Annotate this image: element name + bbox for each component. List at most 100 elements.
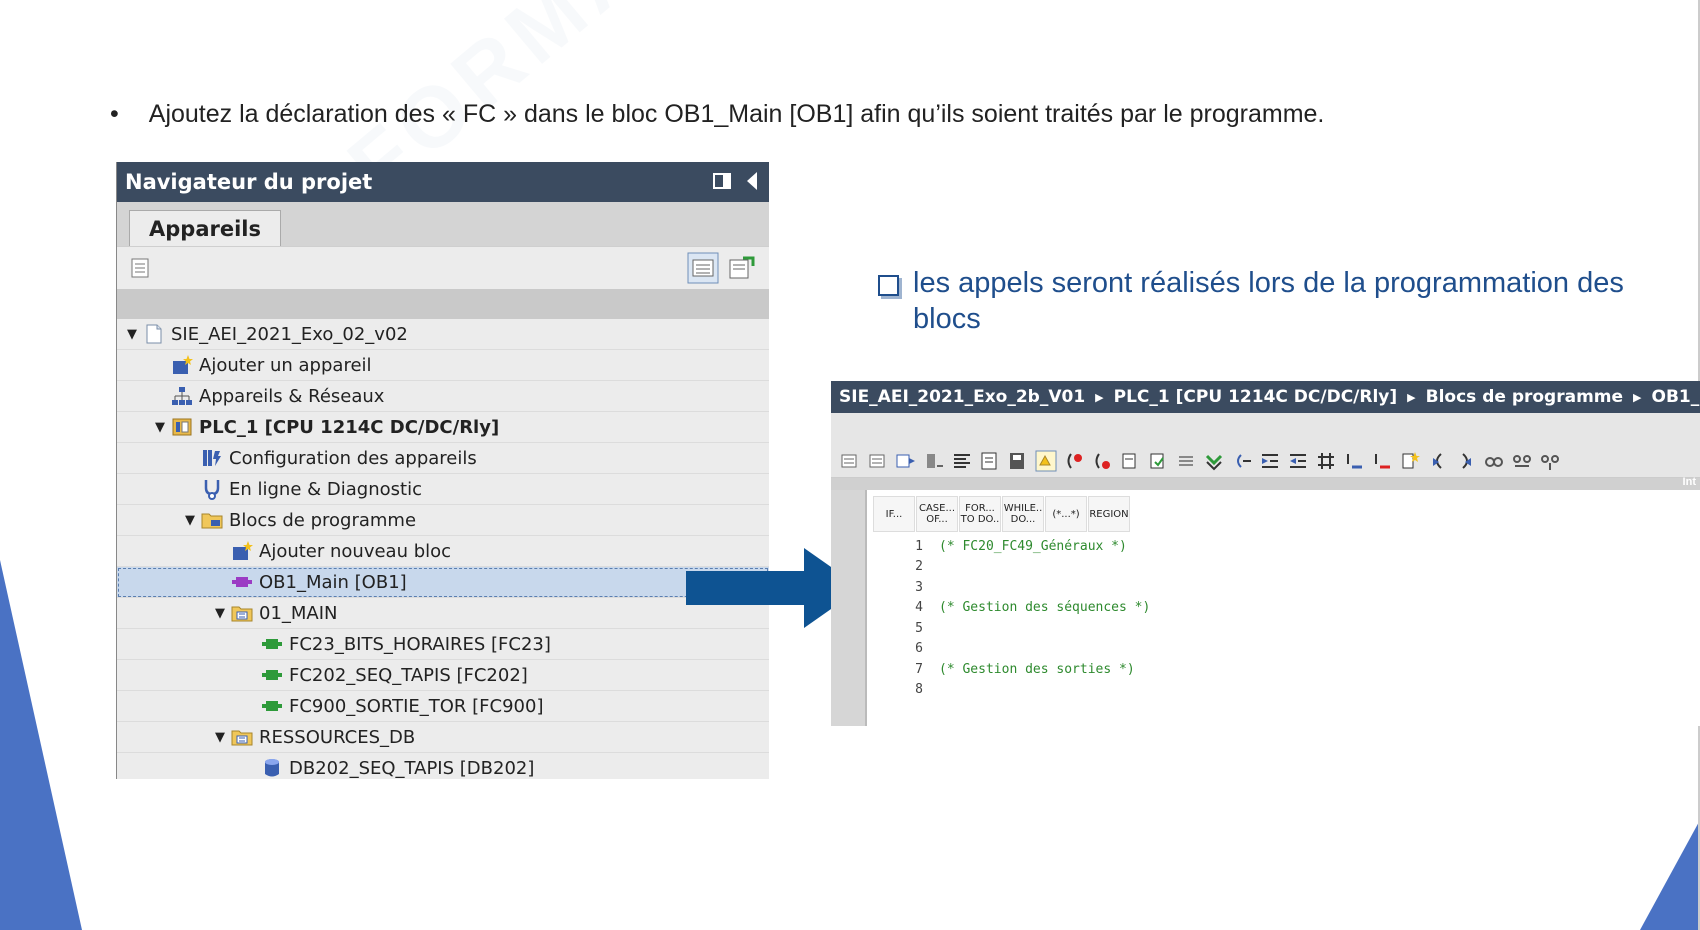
code-area[interactable]: IF... CASE... OF... FOR... TO DO.. WHILE… <box>831 490 1700 726</box>
line-number: 3 <box>915 579 923 595</box>
grid-icon[interactable] <box>1315 450 1337 472</box>
split-view-icon[interactable] <box>713 172 731 190</box>
properties-icon[interactable] <box>129 256 153 280</box>
code-line[interactable]: 6 <box>865 639 1700 660</box>
tree-item-plc[interactable]: ▼ PLC_1 [CPU 1214C DC/DC/Rly] <box>117 412 769 443</box>
breadcrumb-item[interactable]: PLC_1 [CPU 1214C DC/DC/Rly] <box>1114 387 1398 407</box>
tree-item-01-main[interactable]: ▼ 01_MAIN <box>117 598 769 629</box>
indent-icon[interactable] <box>1259 450 1281 472</box>
download-check-icon[interactable] <box>1203 450 1225 472</box>
line-number: 5 <box>915 620 923 636</box>
keyword-bar: IF... CASE... OF... FOR... TO DO.. WHILE… <box>873 496 1130 532</box>
block-call-icon[interactable] <box>923 450 945 472</box>
tree-item-program-blocks[interactable]: ▼ Blocs de programme <box>117 505 769 536</box>
tree-item-label: FC202_SEQ_TAPIS [FC202] <box>289 664 528 686</box>
next-icon[interactable] <box>1455 450 1477 472</box>
line-number: 2 <box>915 559 923 575</box>
code-line[interactable]: 1 (* FC20_FC49_Généraux *) <box>865 536 1700 557</box>
compare-red-icon[interactable] <box>1063 450 1085 472</box>
insert-row-icon[interactable] <box>895 450 917 472</box>
expand-arrow-icon[interactable]: ▼ <box>213 730 227 745</box>
line-number: 8 <box>915 682 923 698</box>
tree-item-label: En ligne & Diagnostic <box>229 478 422 500</box>
details-view-icon[interactable] <box>687 252 719 284</box>
breadcrumb-item[interactable]: OB1_Main [OB1] <box>1652 387 1700 407</box>
align-left-icon[interactable] <box>951 450 973 472</box>
tree-item-ressources-db[interactable]: ▼ RESSOURCES_DB <box>117 722 769 753</box>
tree-item-label: 01_MAIN <box>259 602 338 624</box>
tree-item-devices-networks[interactable]: Appareils & Réseaux <box>117 381 769 412</box>
monitoring-icon[interactable] <box>1511 450 1533 472</box>
bookmark-next-icon[interactable] <box>1147 450 1169 472</box>
breadcrumb-item[interactable]: Blocs de programme <box>1426 387 1623 407</box>
group-folder-icon <box>231 606 253 622</box>
keyword-while[interactable]: WHILE.. DO... <box>1002 496 1044 532</box>
code-line[interactable]: 8 <box>865 680 1700 701</box>
add-device-icon <box>173 355 193 374</box>
tree-item-device-config[interactable]: Configuration des appareils <box>117 443 769 474</box>
tree-item-add-device[interactable]: Ajouter un appareil <box>117 350 769 381</box>
tree-item-label: FC23_BITS_HORAIRES [FC23] <box>289 633 551 655</box>
previous-icon[interactable] <box>1427 450 1449 472</box>
navigator-header: Navigateur du projet <box>117 162 769 202</box>
line-number: 6 <box>915 641 923 657</box>
tree-item-add-block[interactable]: Ajouter nouveau bloc <box>117 536 769 567</box>
code-line[interactable]: 3 <box>865 577 1700 598</box>
indent-less-icon[interactable] <box>1231 450 1253 472</box>
navigator-title: Navigateur du projet <box>125 170 373 194</box>
monitor-icon[interactable] <box>1035 450 1057 472</box>
expand-arrow-icon[interactable]: ▼ <box>125 327 139 342</box>
tree-item-label: PLC_1 [CPU 1214C DC/DC/Rly] <box>199 416 500 438</box>
expand-arrow-icon[interactable]: ▼ <box>153 420 167 435</box>
tree-item-fc202[interactable]: FC202_SEQ_TAPIS [FC202] <box>117 660 769 691</box>
uncomment-icon[interactable] <box>1371 450 1393 472</box>
tree-item-label: Ajouter un appareil <box>199 354 372 376</box>
delete-network-icon[interactable] <box>867 450 889 472</box>
project-navigator: Navigateur du projet Appareils ▼ SIE_AEI… <box>116 162 769 779</box>
navigator-band <box>117 289 769 319</box>
glasses-icon[interactable] <box>1483 450 1505 472</box>
tree-item-label: FC900_SORTIE_TOR [FC900] <box>289 695 544 717</box>
goto-icon[interactable] <box>1399 450 1421 472</box>
tree-item-ob1-main[interactable]: OB1_Main [OB1] <box>117 567 769 598</box>
left-decoration <box>0 560 82 930</box>
interface-label: Int <box>1682 476 1696 488</box>
collapse-arrow-icon[interactable] <box>745 171 759 191</box>
monitoring-all-icon[interactable] <box>1539 450 1561 472</box>
breadcrumb: SIE_AEI_2021_Exo_2b_V01 ▶ PLC_1 [CPU 121… <box>831 381 1700 413</box>
comment-line-icon[interactable] <box>1343 450 1365 472</box>
tree-item-db202[interactable]: DB202_SEQ_TAPIS [DB202] <box>117 753 769 779</box>
save-icon[interactable] <box>1007 450 1029 472</box>
keyword-comment[interactable]: (*...*) <box>1045 496 1087 532</box>
code-lines: 1 (* FC20_FC49_Généraux *) 2 3 4 (* Gestio… <box>865 536 1700 700</box>
code-line[interactable]: 2 <box>865 557 1700 578</box>
tree-item-label: DB202_SEQ_TAPIS [DB202] <box>289 757 535 779</box>
compare-clear-icon[interactable] <box>1091 450 1113 472</box>
fc-block-icon <box>262 639 282 649</box>
bookmark-icon[interactable] <box>1119 450 1141 472</box>
keyword-for[interactable]: FOR... TO DO.. <box>959 496 1001 532</box>
tree-item-fc900[interactable]: FC900_SORTIE_TOR [FC900] <box>117 691 769 722</box>
expand-arrow-icon[interactable]: ▼ <box>213 606 227 621</box>
keyword-region[interactable]: REGION <box>1088 496 1130 532</box>
keyword-if[interactable]: IF... <box>873 496 915 532</box>
code-line[interactable]: 5 <box>865 618 1700 639</box>
expand-arrow-icon[interactable]: ▼ <box>183 513 197 528</box>
tree-item-online-diagnostic[interactable]: En ligne & Diagnostic <box>117 474 769 505</box>
project-tree: ▼ SIE_AEI_2021_Exo_02_v02 Ajouter un app… <box>117 319 769 779</box>
insert-network-icon[interactable] <box>839 450 861 472</box>
note-text: les appels seront réalisés lors de la pr… <box>913 267 1624 335</box>
code-line[interactable]: 4 (* Gestion des séquences *) <box>865 598 1700 619</box>
list-icon[interactable] <box>1175 450 1197 472</box>
code-line[interactable]: 7 (* Gestion des sorties *) <box>865 659 1700 680</box>
plc-icon <box>172 418 192 436</box>
breadcrumb-item[interactable]: SIE_AEI_2021_Exo_2b_V01 <box>839 387 1085 407</box>
instruction-text: Ajoutez la déclaration des « FC » dans l… <box>148 100 1325 128</box>
keyword-case[interactable]: CASE... OF... <box>916 496 958 532</box>
tab-appareils[interactable]: Appareils <box>129 210 281 247</box>
open-block-icon[interactable] <box>979 450 1001 472</box>
outdent-icon[interactable] <box>1287 450 1309 472</box>
update-icon[interactable] <box>727 254 755 282</box>
tree-item-project[interactable]: ▼ SIE_AEI_2021_Exo_02_v02 <box>117 319 769 350</box>
tree-item-fc23[interactable]: FC23_BITS_HORAIRES [FC23] <box>117 629 769 660</box>
